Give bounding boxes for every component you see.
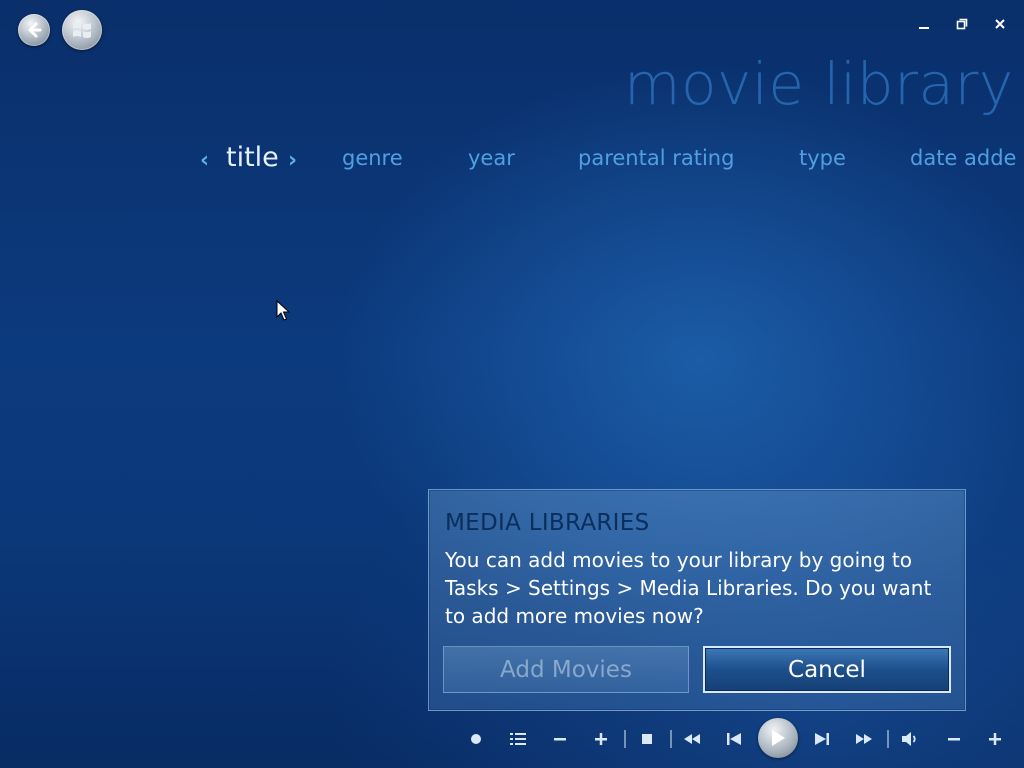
pivot-genre[interactable]: genre	[342, 146, 403, 170]
mute-button[interactable]	[898, 728, 922, 750]
play-button[interactable]	[758, 718, 798, 758]
close-button[interactable]	[990, 14, 1010, 34]
pivot-parental-rating[interactable]: parental rating	[578, 146, 734, 170]
volume-down-button[interactable]	[942, 728, 966, 750]
transport-divider	[670, 730, 672, 748]
pivot-title[interactable]: title	[226, 142, 279, 173]
volume-down-icon	[948, 738, 960, 741]
channel-down-button[interactable]	[548, 728, 572, 750]
channel-up-icon	[595, 733, 607, 745]
pivot-year[interactable]: year	[468, 146, 515, 170]
windows-logo-icon	[73, 22, 91, 38]
record-button[interactable]	[464, 728, 488, 750]
channel-down-icon	[554, 738, 566, 741]
back-arrow-icon	[28, 22, 42, 38]
restore-button[interactable]	[952, 14, 972, 34]
transport-divider	[624, 730, 626, 748]
mouse-cursor-icon	[276, 300, 290, 321]
channel-up-button[interactable]	[589, 728, 613, 750]
minimize-button[interactable]	[914, 14, 934, 34]
add-movies-button[interactable]: Add Movies	[443, 646, 689, 693]
pivot-prev-arrow[interactable]: ‹	[200, 148, 209, 173]
pivot-next-arrow[interactable]: ›	[288, 148, 297, 173]
guide-icon	[510, 733, 526, 745]
start-button[interactable]	[62, 10, 102, 50]
transport-divider	[887, 730, 889, 748]
fast-forward-button[interactable]	[852, 728, 876, 750]
pivot-date-added[interactable]: date adde	[910, 146, 1016, 170]
sort-pivot-bar: ‹ title › genre year parental rating typ…	[0, 142, 1024, 182]
stop-icon	[642, 734, 652, 744]
media-libraries-dialog: MEDIA LIBRARIES You can add movies to yo…	[428, 489, 966, 711]
dialog-title: MEDIA LIBRARIES	[445, 510, 650, 536]
skip-back-icon	[727, 733, 741, 745]
restore-icon	[956, 18, 968, 30]
mute-icon	[902, 732, 916, 746]
minimize-icon	[919, 27, 929, 29]
skip-forward-button[interactable]	[810, 728, 834, 750]
window-controls	[914, 14, 1010, 34]
rewind-button[interactable]	[680, 728, 704, 750]
stop-button[interactable]	[635, 728, 659, 750]
volume-up-icon	[989, 733, 1001, 745]
guide-button[interactable]	[506, 728, 530, 750]
play-icon	[772, 730, 785, 746]
close-icon	[995, 19, 1005, 29]
pivot-type[interactable]: type	[799, 146, 846, 170]
skip-back-button[interactable]	[722, 728, 746, 750]
record-icon	[471, 734, 481, 744]
cancel-button[interactable]: Cancel	[703, 646, 951, 693]
page-title: movie library	[624, 50, 1014, 118]
rewind-icon	[684, 734, 700, 744]
dialog-message: You can add movies to your library by go…	[445, 548, 932, 628]
skip-forward-icon	[815, 733, 829, 745]
volume-up-button[interactable]	[983, 728, 1007, 750]
back-button[interactable]	[18, 14, 50, 46]
fast-forward-icon	[856, 734, 872, 744]
transport-controls	[462, 718, 1024, 760]
